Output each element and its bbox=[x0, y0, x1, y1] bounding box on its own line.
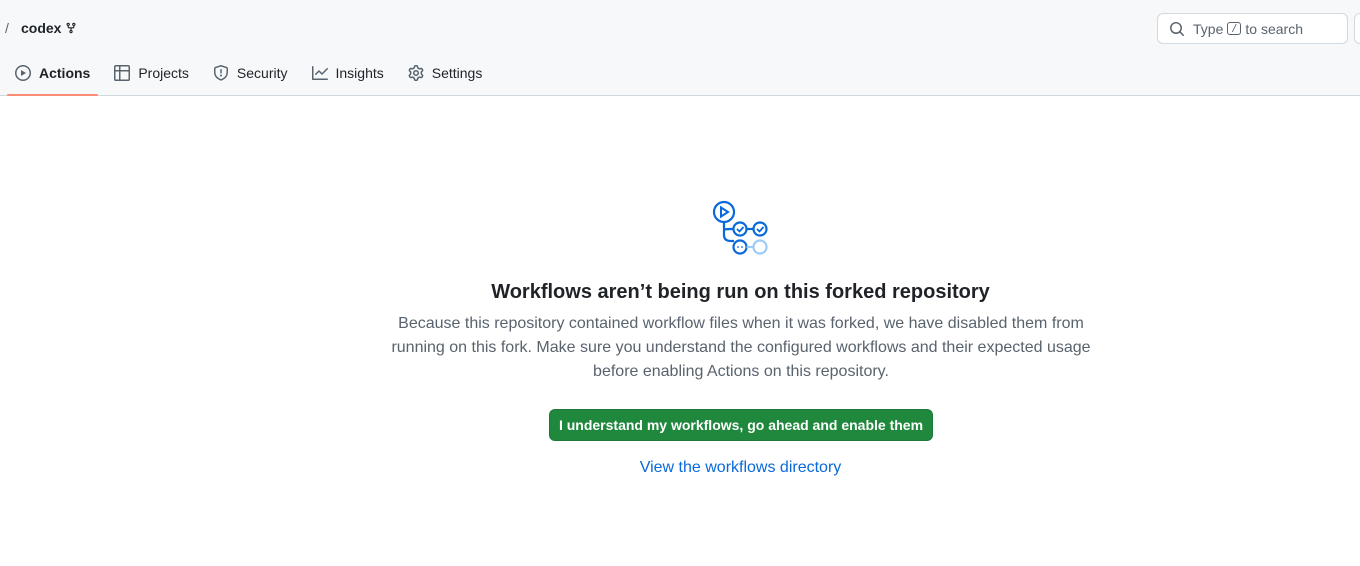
repo-header: / codex Type / to search Actions Project… bbox=[0, 0, 1360, 96]
tab-projects-label: Projects bbox=[138, 65, 189, 81]
tab-insights[interactable]: Insights bbox=[304, 57, 392, 89]
notice-title: Workflows aren’t being run on this forke… bbox=[491, 281, 990, 303]
search-input[interactable]: Type / to search bbox=[1157, 13, 1348, 44]
table-icon bbox=[114, 65, 131, 81]
search-shortcut-key: / bbox=[1227, 22, 1242, 35]
breadcrumb: / codex bbox=[0, 18, 77, 38]
graph-icon bbox=[311, 65, 328, 81]
search-suffix: to search bbox=[1245, 20, 1303, 37]
shield-icon bbox=[213, 65, 229, 81]
tab-security-label: Security bbox=[236, 65, 288, 81]
tab-settings-label: Settings bbox=[431, 65, 483, 81]
tab-actions[interactable]: Actions bbox=[7, 57, 99, 96]
play-icon bbox=[15, 65, 31, 81]
workflows-directory-link[interactable]: View the workflows directory bbox=[0, 459, 1360, 477]
repo-nav-tabs: Actions Projects Security Insights Setti… bbox=[7, 57, 498, 96]
repo-forked-icon bbox=[65, 22, 77, 34]
header-button-edge[interactable] bbox=[1354, 13, 1360, 44]
workflow-graph-icon bbox=[711, 200, 771, 263]
tab-insights-label: Insights bbox=[335, 65, 384, 81]
gear-icon bbox=[408, 65, 424, 81]
search-prefix: Type bbox=[1193, 20, 1224, 37]
tab-security[interactable]: Security bbox=[205, 57, 296, 89]
search-icon bbox=[1169, 21, 1185, 37]
notice-description: Because this repository contained workfl… bbox=[391, 315, 1091, 380]
tab-settings[interactable]: Settings bbox=[400, 57, 491, 89]
enable-workflows-button[interactable]: I understand my workflows, go ahead and … bbox=[549, 409, 933, 441]
breadcrumb-separator: / bbox=[5, 20, 9, 36]
repo-name-link[interactable]: codex bbox=[21, 20, 61, 36]
tab-actions-label: Actions bbox=[39, 65, 91, 81]
tab-projects[interactable]: Projects bbox=[106, 57, 197, 89]
